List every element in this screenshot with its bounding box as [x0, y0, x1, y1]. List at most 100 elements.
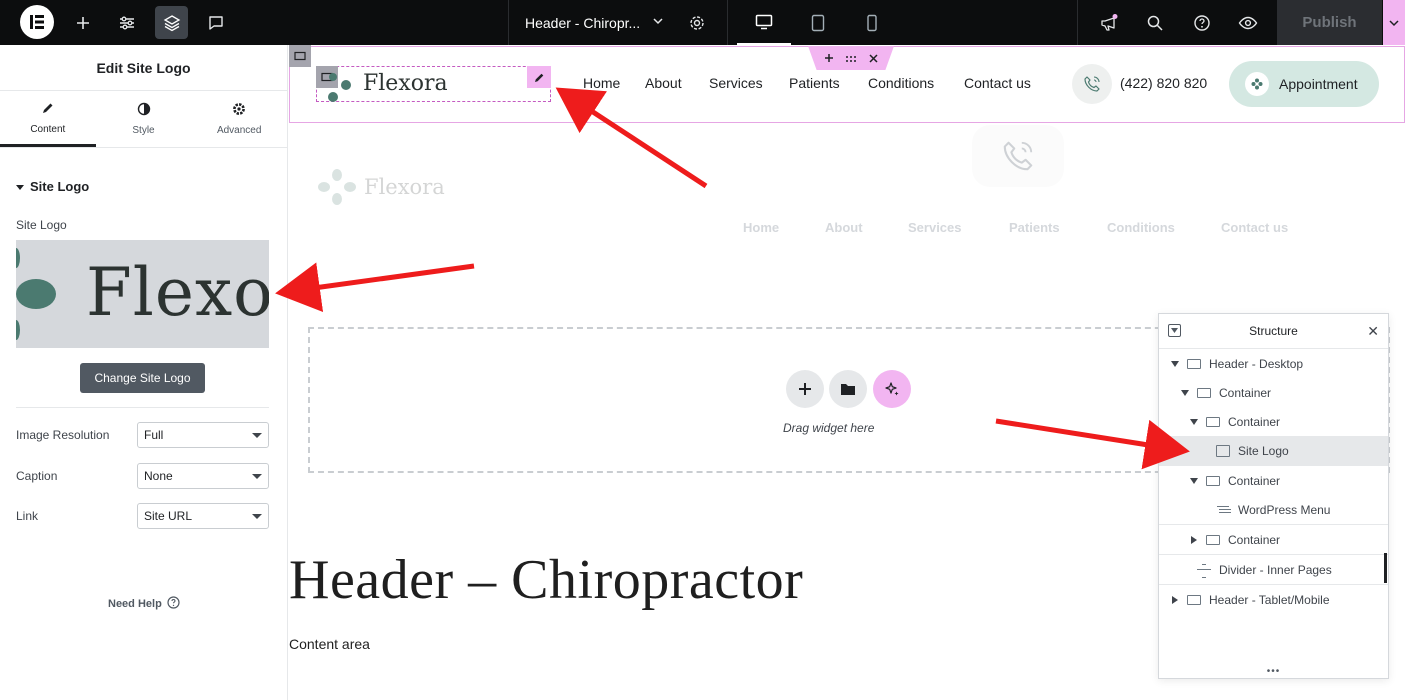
close-icon[interactable]: ✕: [1367, 323, 1379, 340]
container-icon: [1206, 476, 1220, 486]
need-help-link[interactable]: Need Help: [108, 596, 180, 612]
preview-eye-icon[interactable]: [1231, 6, 1264, 39]
structure-item-wordpress-menu[interactable]: WordPress Menu: [1159, 495, 1388, 525]
add-icon[interactable]: [824, 51, 834, 66]
nav-services[interactable]: Services: [709, 75, 763, 91]
comments-icon[interactable]: [199, 6, 232, 39]
document-title: Header - Chiropr...: [525, 14, 641, 31]
image-resolution-select[interactable]: Full: [137, 422, 269, 448]
ai-sparkle-icon[interactable]: [873, 370, 911, 408]
container-toolbar: [808, 46, 894, 70]
container-handle-icon[interactable]: [289, 45, 311, 67]
divider-widget-icon: [1197, 563, 1211, 578]
container-icon: [1206, 417, 1220, 427]
appointment-button[interactable]: Appointment: [1229, 61, 1379, 107]
nav-patients[interactable]: Patients: [789, 75, 840, 91]
page-heading: Header – Chiropractor: [289, 549, 804, 611]
structure-item-divider-inner-pages[interactable]: Divider - Inner Pages: [1159, 554, 1388, 584]
nav-home[interactable]: Home: [583, 75, 620, 91]
template-folder-icon[interactable]: [829, 370, 867, 408]
phone-icon: [1072, 64, 1112, 104]
whats-new-megaphone-icon[interactable]: [1092, 6, 1125, 39]
ghost-nav-home: Home: [743, 220, 780, 235]
resize-handle-icon[interactable]: •••: [1159, 664, 1388, 678]
close-icon[interactable]: [869, 51, 878, 66]
mobile-view-icon[interactable]: [845, 0, 899, 45]
select-caret-icon: [252, 433, 262, 438]
elementor-logo-icon[interactable]: [20, 5, 54, 39]
chevron-down-icon: [651, 14, 665, 31]
tab-content[interactable]: Content: [0, 91, 96, 147]
expanded-caret-icon[interactable]: [1179, 390, 1191, 396]
link-label: Link: [16, 509, 39, 523]
drag-widget-hint: Drag widget here: [783, 421, 875, 435]
container-icon: [1206, 534, 1220, 545]
structure-title: Structure: [1249, 324, 1298, 338]
structure-item-container[interactable]: Container: [1159, 378, 1388, 408]
expanded-caret-icon[interactable]: [1169, 361, 1181, 367]
structure-item-header-desktop[interactable]: Header - Desktop: [1159, 349, 1388, 379]
nav-conditions[interactable]: Conditions: [868, 75, 934, 91]
structure-scrollbar[interactable]: [1384, 553, 1387, 583]
search-icon[interactable]: [1138, 6, 1171, 39]
container-icon: [1187, 594, 1201, 605]
container-icon: [1197, 388, 1211, 398]
select-caret-icon: [252, 474, 262, 479]
site-logo-widget[interactable]: Flexora: [316, 66, 551, 102]
ghost-nav-services: Services: [908, 220, 962, 235]
structure-header[interactable]: Structure ✕: [1159, 314, 1388, 349]
logo-mark-icon: [16, 248, 56, 340]
expanded-caret-icon[interactable]: [1188, 419, 1200, 425]
tab-style[interactable]: Style: [96, 91, 192, 147]
add-section-plus-icon[interactable]: [786, 370, 824, 408]
publish-options-chevron-icon[interactable]: [1383, 0, 1405, 45]
desktop-view-icon[interactable]: [737, 0, 791, 45]
section-toggle-site-logo[interactable]: Site Logo: [16, 179, 89, 194]
pencil-icon: [41, 101, 55, 118]
image-resolution-label: Image Resolution: [16, 428, 110, 442]
caption-select[interactable]: None: [137, 463, 269, 489]
structure-navigator: Structure ✕ Header - Desktop Container C…: [1158, 313, 1389, 679]
phone-number[interactable]: (422) 820 820: [1120, 75, 1207, 91]
editor-panel: Edit Site Logo Content Style Advanced Si…: [0, 45, 288, 700]
nav-contact-us[interactable]: Contact us: [964, 75, 1031, 91]
logo-preview-text: Flexo: [86, 254, 269, 331]
structure-layers-icon[interactable]: [155, 6, 188, 39]
panel-divider: [16, 407, 269, 408]
structure-item-container[interactable]: Container: [1159, 466, 1388, 496]
structure-item-container[interactable]: Container: [1159, 407, 1388, 437]
nav-about[interactable]: About: [645, 75, 682, 91]
edit-widget-pencil-icon[interactable]: [527, 66, 551, 88]
structure-item-header-tablet-mobile[interactable]: Header - Tablet/Mobile: [1159, 584, 1388, 614]
gear-icon: [232, 102, 246, 119]
collapsed-caret-icon[interactable]: [1169, 595, 1181, 604]
structure-item-container[interactable]: Container: [1159, 524, 1388, 554]
page-settings-gear-icon[interactable]: [680, 6, 713, 39]
caption-label: Caption: [16, 469, 58, 483]
collapse-all-icon[interactable]: [1168, 324, 1181, 337]
site-logo-label: Site Logo: [16, 218, 67, 232]
site-settings-icon[interactable]: [110, 6, 143, 39]
caret-down-icon: [16, 179, 24, 194]
link-select[interactable]: Site URL: [137, 503, 269, 529]
help-icon[interactable]: [1185, 6, 1218, 39]
ghost-nav-patients: Patients: [1009, 220, 1060, 235]
collapsed-caret-icon[interactable]: [1188, 535, 1200, 544]
ghost-nav-conditions: Conditions: [1107, 220, 1175, 235]
ghost-header-logo: Flexora: [318, 169, 445, 205]
tablet-view-icon[interactable]: [791, 0, 845, 45]
add-element-icon[interactable]: [66, 6, 99, 39]
drag-handle-icon[interactable]: [845, 51, 857, 66]
menu-widget-icon: [1216, 504, 1230, 516]
publish-button[interactable]: Publish: [1277, 0, 1382, 45]
site-logo-preview[interactable]: Flexo: [16, 240, 269, 348]
content-area-text: Content area: [289, 636, 370, 652]
select-caret-icon: [252, 514, 262, 519]
tab-advanced[interactable]: Advanced: [191, 91, 287, 147]
expanded-caret-icon[interactable]: [1188, 478, 1200, 484]
flexora-logo-mark-icon: [328, 73, 351, 102]
change-site-logo-button[interactable]: Change Site Logo: [80, 363, 205, 393]
ghost-nav-about: About: [825, 220, 863, 235]
structure-item-site-logo[interactable]: Site Logo: [1159, 436, 1388, 466]
ghost-nav-contact-us: Contact us: [1221, 220, 1289, 235]
